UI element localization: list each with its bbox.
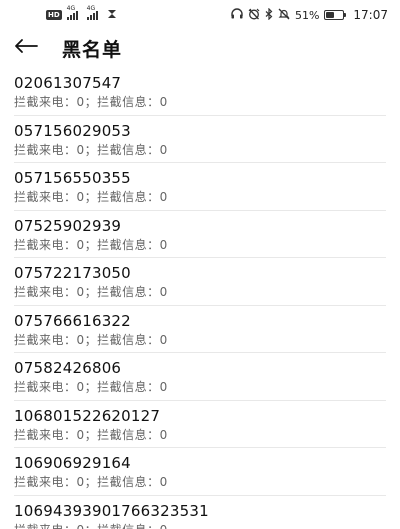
status-right: 51% 17:07 xyxy=(231,7,388,23)
intercept-stats: 拦截来电：0；拦截信息：0 xyxy=(14,142,168,157)
list-item[interactable]: 057156029053 拦截来电：0；拦截信息：0 xyxy=(0,116,400,164)
list-item[interactable]: 10694393901766323531 拦截来电：0；拦截信息：0 xyxy=(0,496,400,529)
sim2-network-label: 4G xyxy=(86,5,96,12)
intercept-stats: 拦截来电：0；拦截信息：0 xyxy=(14,237,168,252)
intercept-stats: 拦截来电：0；拦截信息：0 xyxy=(14,475,168,489)
list-item[interactable]: 106906929164 拦截来电：0；拦截信息：0 xyxy=(0,448,400,496)
mute-icon xyxy=(278,8,290,23)
list-item[interactable]: 075766616322 拦截来电：0；拦截信息：0 xyxy=(0,306,400,354)
app-header: 黑名单 xyxy=(0,30,400,66)
phone-number: 106801522620127 xyxy=(14,406,161,425)
intercept-stats: 拦截来电：0；拦截信息：0 xyxy=(14,285,168,299)
alarm-off-icon xyxy=(248,8,260,23)
intercept-stats: 拦截来电：0；拦截信息：0 xyxy=(14,95,168,109)
phone-number: 10694393901766323531 xyxy=(14,501,209,520)
status-time: 17:07 xyxy=(353,8,388,22)
list-item[interactable]: 106801522620127 拦截来电：0；拦截信息：0 xyxy=(0,401,400,449)
bluetooth-icon xyxy=(265,7,273,23)
status-bar: HD 4G 4G 51% 17:07 xyxy=(0,0,400,30)
intercept-stats: 拦截来电：0；拦截信息：0 xyxy=(14,380,168,394)
back-arrow-icon xyxy=(14,38,38,58)
phone-number: 057156550355 xyxy=(14,169,131,187)
battery-icon xyxy=(324,10,347,20)
phone-number: 075722173050 xyxy=(14,264,131,282)
phone-number: 075766616322 xyxy=(14,311,131,330)
phone-number: 07582426806 xyxy=(14,359,122,377)
hd-badge: HD xyxy=(46,10,62,20)
battery-fill xyxy=(326,12,335,18)
screen: HD 4G 4G 51% 17:07 黑名单 02061307547 拦截来电：… xyxy=(0,0,400,529)
status-left: HD 4G 4G xyxy=(46,6,117,22)
phone-number: 07525902939 xyxy=(14,216,122,235)
phone-number: 02061307547 xyxy=(14,74,122,92)
intercept-stats: 拦截来电：0；拦截信息：0 xyxy=(14,522,386,529)
list-item[interactable]: 07525902939 拦截来电：0；拦截信息：0 xyxy=(0,211,400,259)
phone-number: 057156029053 xyxy=(14,121,131,140)
intercept-stats: 拦截来电：0；拦截信息：0 xyxy=(14,332,168,347)
phone-number: 106906929164 xyxy=(14,454,131,472)
signal-sim1-icon: 4G xyxy=(66,6,78,20)
page-title: 黑名单 xyxy=(62,38,123,61)
sim1-network-label: 4G xyxy=(66,5,76,12)
list-item[interactable]: 057156550355 拦截来电：0；拦截信息：0 xyxy=(0,163,400,211)
list-item[interactable]: 07582426806 拦截来电：0；拦截信息：0 xyxy=(0,353,400,401)
signal-sim2-icon: 4G xyxy=(86,6,98,20)
headphones-icon xyxy=(231,8,243,22)
list-item[interactable]: 02061307547 拦截来电：0；拦截信息：0 xyxy=(0,68,400,116)
blocklist: 02061307547 拦截来电：0；拦截信息：0 057156029053 拦截来电… xyxy=(0,68,400,529)
notification-app-icon xyxy=(107,8,117,22)
back-button[interactable] xyxy=(14,38,42,58)
battery-percent: 51% xyxy=(294,8,320,22)
intercept-stats: 拦截来电：0；拦截信息：0 xyxy=(14,427,168,442)
intercept-stats: 拦截来电：0；拦截信息：0 xyxy=(14,190,168,204)
list-item[interactable]: 075722173050 拦截来电：0；拦截信息：0 xyxy=(0,258,400,306)
